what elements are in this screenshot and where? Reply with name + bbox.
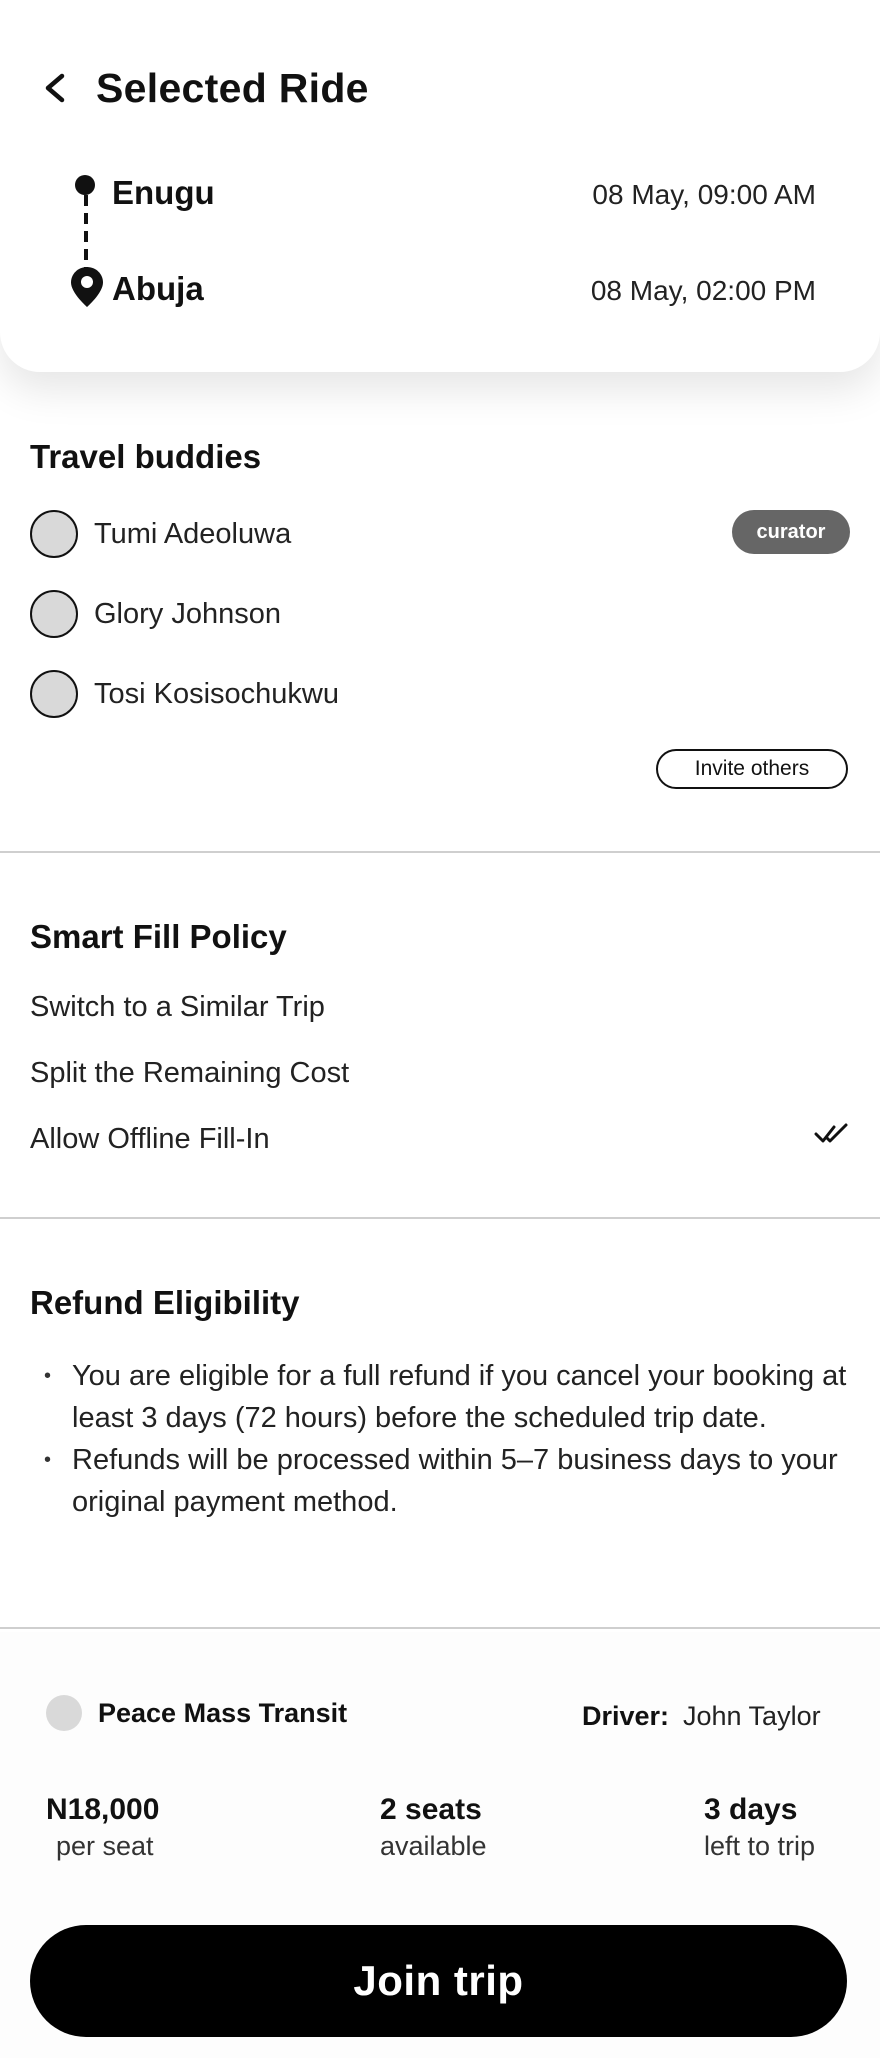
driver-name: John Taylor — [683, 1701, 821, 1731]
join-trip-button[interactable]: Join trip — [30, 1925, 847, 2037]
buddy-row[interactable]: Tumi Adeoluwa curator — [30, 508, 850, 558]
operator-name: Peace Mass Transit — [98, 1698, 348, 1728]
section-divider — [0, 1217, 880, 1219]
driver-label: Driver: — [582, 1701, 670, 1731]
buddy-name: Tosi Kosisochukwu — [94, 678, 339, 710]
seats-value: 2 seats — [380, 1793, 482, 1826]
smart-fill-title: Smart Fill Policy — [30, 918, 287, 955]
section-divider — [0, 851, 880, 853]
price-value: N18,000 — [46, 1793, 160, 1826]
location-pin-icon — [71, 267, 103, 307]
origin-time: 08 May, 09:00 AM — [592, 179, 816, 210]
refund-title: Refund Eligibility — [30, 1284, 300, 1321]
policy-option-offline-fill[interactable]: Allow Offline Fill-In — [30, 1119, 850, 1159]
list-item: • You are eligible for a full refund if y… — [44, 1360, 847, 1434]
operator-logo — [46, 1695, 82, 1731]
buddy-row[interactable]: Tosi Kosisochukwu — [30, 668, 850, 718]
section-divider — [0, 1627, 880, 1629]
avatar — [30, 670, 78, 718]
buddy-name: Tumi Adeoluwa — [94, 518, 292, 550]
ride-header-card: Selected Ride Enugu 08 May, 09:00 AM Abu… — [0, 0, 880, 372]
curator-badge: curator — [732, 510, 850, 554]
price-label: per seat — [56, 1831, 154, 1861]
route-line — [84, 195, 88, 270]
countdown-label: left to trip — [704, 1831, 816, 1861]
refund-point-text: Refunds will be processed within 5–7 bus… — [72, 1444, 838, 1518]
refund-points: • You are eligible for a full refund if y… — [30, 1355, 852, 1523]
travel-buddies-title: Travel buddies — [30, 438, 262, 475]
policy-option-split-cost[interactable]: Split the Remaining Cost — [30, 1053, 850, 1093]
refund-point-text: You are eligible for a full refund if yo… — [72, 1360, 847, 1434]
origin-dot-icon — [75, 175, 95, 195]
page-title: Selected Ride — [96, 65, 369, 111]
destination-time: 08 May, 02:00 PM — [590, 275, 816, 306]
countdown-value: 3 days — [704, 1793, 798, 1826]
chevron-left-icon — [45, 73, 65, 103]
destination-name: Abuja — [112, 270, 204, 307]
list-item: • Refunds will be processed within 5–7 bu… — [44, 1444, 838, 1518]
double-check-icon — [814, 1123, 848, 1143]
invite-others-button[interactable]: Invite others — [656, 749, 848, 789]
back-button[interactable] — [38, 62, 78, 114]
buddy-row[interactable]: Glory Johnson — [30, 588, 850, 638]
avatar — [30, 590, 78, 638]
buddy-name: Glory Johnson — [94, 598, 281, 630]
seats-label: available — [380, 1831, 487, 1861]
policy-option-switch-trip[interactable]: Switch to a Similar Trip — [30, 987, 850, 1027]
avatar — [30, 510, 78, 558]
origin-name: Enugu — [112, 174, 215, 211]
